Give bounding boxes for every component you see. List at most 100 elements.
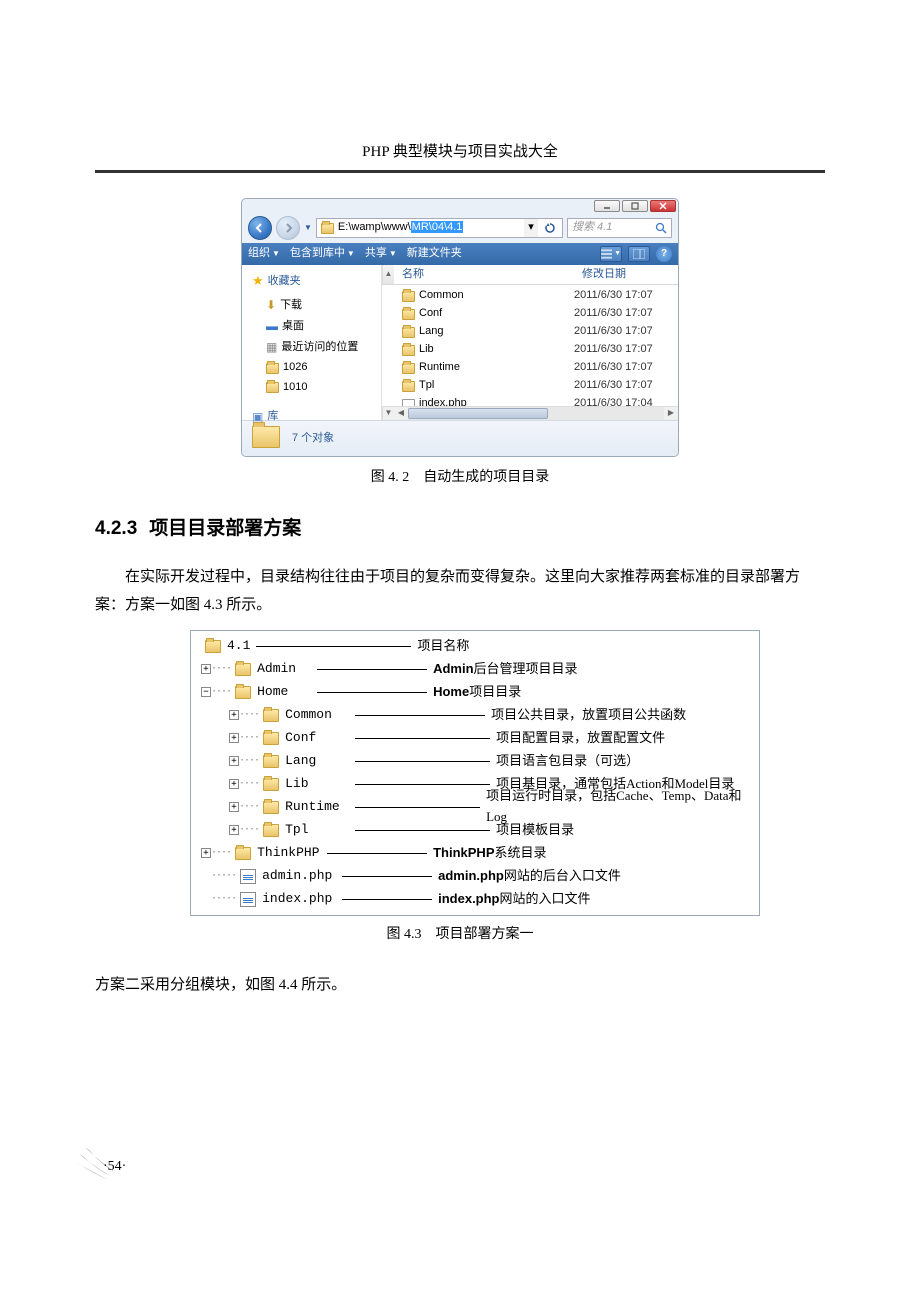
file-row[interactable]: Runtime 2011/6/30 17:07 bbox=[382, 359, 678, 377]
column-name[interactable]: 名称 bbox=[394, 266, 574, 284]
close-button[interactable] bbox=[650, 200, 676, 212]
refresh-icon[interactable] bbox=[542, 222, 558, 234]
tree-desc: 项目模板目录 bbox=[490, 820, 749, 841]
page-number: ·54· bbox=[103, 1156, 126, 1178]
tree-row: 4.1 项目名称 bbox=[201, 635, 749, 658]
folder-icon bbox=[263, 755, 279, 768]
path-prefix: E:\wamp\www\ bbox=[338, 221, 411, 233]
view-button[interactable]: ▼ bbox=[600, 246, 622, 262]
search-icon bbox=[655, 222, 667, 234]
explorer-sidebar: ★ 收藏夹 ⬇下载 ▬桌面 ▦最近访问的位置 1026 1010 ▣ 库 bbox=[242, 265, 382, 420]
folder-icon bbox=[321, 223, 334, 234]
file-name: index.php bbox=[419, 395, 467, 406]
file-date: 2011/6/30 17:07 bbox=[574, 377, 678, 395]
file-name: Runtime bbox=[419, 359, 460, 377]
scroll-thumb[interactable] bbox=[408, 408, 548, 419]
tree-row: ····· index.php index.php网站的入口文件 bbox=[201, 888, 749, 911]
file-row[interactable]: Common2011/6/30 17:07 bbox=[382, 287, 678, 305]
section-number: 4.2.3 bbox=[95, 518, 137, 539]
sidebar-download[interactable]: ⬇下载 bbox=[252, 295, 381, 316]
tree-row: +···· ThinkPHP ThinkPHP系统目录 bbox=[201, 842, 749, 865]
file-row[interactable]: index.php2011/6/30 17:04 bbox=[382, 395, 678, 406]
folder-icon bbox=[402, 363, 415, 374]
folder-icon bbox=[263, 801, 279, 814]
address-row: ▼ E:\wamp\www\MR\04\4.1 ▾ 搜索 4.1 bbox=[242, 213, 678, 243]
tree-desc: 项目公共目录，放置项目公共函数 bbox=[485, 705, 749, 726]
expand-icon[interactable]: + bbox=[229, 825, 239, 835]
file-row[interactable]: Lang2011/6/30 17:07 bbox=[382, 323, 678, 341]
tree-row: ····· admin.php admin.php网站的后台入口文件 bbox=[201, 865, 749, 888]
expand-icon[interactable]: + bbox=[229, 779, 239, 789]
tree-row: +····Runtime项目运行时目录，包括Cache、Temp、Data和Lo… bbox=[201, 796, 749, 819]
scroll-down-button[interactable]: ▼ bbox=[382, 407, 394, 420]
collapse-icon[interactable]: − bbox=[201, 687, 211, 697]
tree-row: +····Lang项目语言包目录（可选） bbox=[201, 750, 749, 773]
sidebar-favorites[interactable]: ★ 收藏夹 bbox=[252, 271, 381, 292]
column-date[interactable]: 修改日期 bbox=[574, 266, 678, 284]
file-date: 2011/6/30 17:07 bbox=[574, 359, 678, 377]
file-name: Lib bbox=[419, 341, 434, 359]
tree-label: ThinkPHP bbox=[257, 843, 327, 864]
minimize-button[interactable] bbox=[594, 200, 620, 212]
expand-icon[interactable]: + bbox=[229, 802, 239, 812]
forward-button[interactable] bbox=[276, 216, 300, 240]
caption-4-2: 图 4. 2 自动生成的项目目录 bbox=[95, 467, 825, 489]
search-input[interactable]: 搜索 4.1 bbox=[567, 218, 672, 238]
title-rule bbox=[95, 170, 825, 173]
tree-label: Admin bbox=[257, 659, 317, 680]
folder-icon bbox=[402, 291, 415, 302]
horizontal-scrollbar[interactable]: ▼ ◀ ▶ bbox=[382, 406, 678, 420]
sidebar-recent[interactable]: ▦最近访问的位置 bbox=[252, 337, 381, 358]
sidebar-folder-1010[interactable]: 1010 bbox=[252, 378, 381, 398]
organize-menu[interactable]: 组织▼ bbox=[248, 245, 280, 263]
paragraph-after: 方案二采用分组模块，如图 4.4 所示。 bbox=[95, 971, 825, 1000]
scroll-up-button[interactable]: ▲ bbox=[382, 265, 394, 284]
back-button[interactable] bbox=[248, 216, 272, 240]
section-heading-4-2-3: 4.2.3 项目目录部署方案 bbox=[95, 514, 825, 544]
expand-icon[interactable]: + bbox=[229, 756, 239, 766]
folder-icon bbox=[402, 327, 415, 338]
page-number-decoration: ·54· bbox=[75, 1142, 155, 1192]
include-menu[interactable]: 包含到库中▼ bbox=[290, 245, 355, 263]
address-bar[interactable]: E:\wamp\www\MR\04\4.1 ▾ bbox=[316, 218, 563, 238]
preview-button[interactable] bbox=[628, 246, 650, 262]
file-row[interactable]: Tpl2011/6/30 17:07 bbox=[382, 377, 678, 395]
folder-icon bbox=[402, 381, 415, 392]
sidebar-library[interactable]: ▣ 库 bbox=[252, 408, 381, 427]
tree-row: +····Conf项目配置目录，放置配置文件 bbox=[201, 727, 749, 750]
expand-icon[interactable]: + bbox=[229, 733, 239, 743]
expand-icon[interactable]: + bbox=[229, 710, 239, 720]
history-dropdown-icon[interactable]: ▼ bbox=[304, 222, 312, 235]
folder-icon bbox=[263, 824, 279, 837]
sidebar-desktop[interactable]: ▬桌面 bbox=[252, 316, 381, 337]
file-name: Lang bbox=[419, 323, 443, 341]
download-icon: ⬇ bbox=[266, 296, 276, 315]
sidebar-folder-1026[interactable]: 1026 bbox=[252, 358, 381, 378]
expand-icon[interactable]: + bbox=[201, 664, 211, 674]
newfolder-button[interactable]: 新建文件夹 bbox=[407, 245, 462, 263]
php-file-icon bbox=[402, 399, 415, 407]
book-title: PHP 典型模块与项目实战大全 bbox=[95, 140, 825, 164]
help-button[interactable]: ? bbox=[656, 246, 672, 262]
scroll-right-button[interactable]: ▶ bbox=[664, 407, 678, 420]
file-name: Conf bbox=[419, 305, 442, 323]
file-row[interactable]: Conf2011/6/30 17:07 bbox=[382, 305, 678, 323]
file-row[interactable]: Lib2011/6/30 17:07 bbox=[382, 341, 678, 359]
explorer-window: ▼ E:\wamp\www\MR\04\4.1 ▾ 搜索 4.1 组织 bbox=[241, 198, 679, 457]
tree-label: Lang bbox=[285, 751, 355, 772]
section-title: 项目目录部署方案 bbox=[149, 518, 301, 539]
maximize-button[interactable] bbox=[622, 200, 648, 212]
tree-label: Conf bbox=[285, 728, 355, 749]
tree-label: Home bbox=[257, 682, 317, 703]
tree-label: Common bbox=[285, 705, 355, 726]
file-header: ▲ 名称 修改日期 bbox=[382, 265, 678, 285]
scroll-track[interactable] bbox=[408, 407, 664, 420]
tree-desc: Home项目目录 bbox=[427, 682, 749, 703]
path-highlighted: MR\04\4.1 bbox=[411, 221, 464, 233]
expand-icon[interactable]: + bbox=[201, 848, 211, 858]
address-dropdown-icon[interactable]: ▾ bbox=[524, 219, 538, 237]
scroll-left-button[interactable]: ◀ bbox=[394, 407, 408, 420]
folder-icon bbox=[263, 709, 279, 722]
file-panel: ▲ 名称 修改日期 Common2011/6/30 17:07Conf2011/… bbox=[382, 265, 678, 420]
share-menu[interactable]: 共享▼ bbox=[365, 245, 397, 263]
